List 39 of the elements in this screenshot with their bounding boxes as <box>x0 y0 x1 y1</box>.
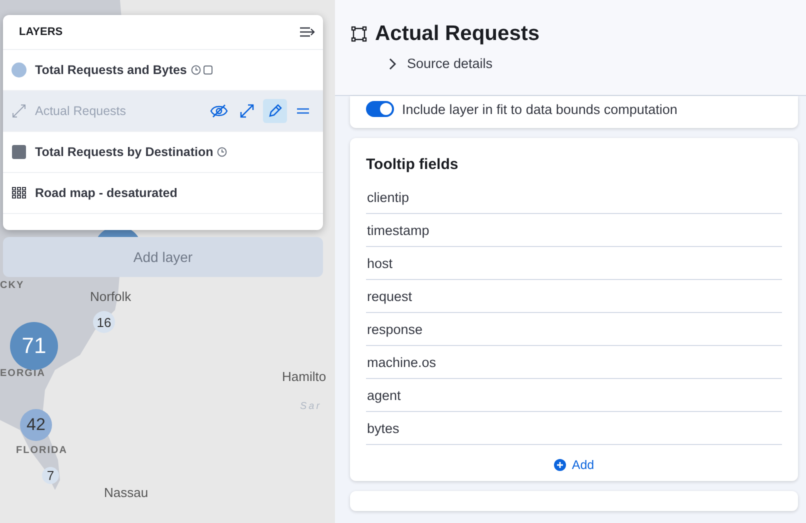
map-label: CKY <box>0 280 24 291</box>
layer-name: Total Requests by Destination <box>35 145 214 159</box>
cluster-marker[interactable]: 7 <box>42 467 59 484</box>
cluster-marker[interactable]: 42 <box>20 409 52 441</box>
map-label: FLORIDA <box>16 445 68 456</box>
layer-row[interactable]: Total Requests by Destination <box>3 132 323 173</box>
tooltip-field: host <box>366 247 782 280</box>
card-title: Tooltip fields <box>366 156 460 173</box>
tooltip-field: machine.os <box>366 346 782 379</box>
layer-name: Total Requests and Bytes <box>35 63 187 77</box>
map-label: Norfolk <box>90 289 132 304</box>
layer-name: Road map - desaturated <box>35 186 178 200</box>
tooltip-field: request <box>366 280 782 313</box>
grid-icon <box>11 185 27 201</box>
line-layer-icon <box>11 103 27 119</box>
bounding-box-icon <box>351 26 367 42</box>
panel-title: LAYERS <box>19 26 63 38</box>
chevron-icon <box>387 58 397 70</box>
cluster-marker[interactable]: 16 <box>93 311 115 333</box>
source-details-toggle[interactable]: Source details <box>387 56 493 71</box>
layer-name: Actual Requests <box>35 104 126 118</box>
collapse-icon[interactable] <box>299 25 315 39</box>
plus-icon <box>554 459 566 471</box>
tooltip-field: clientip <box>366 181 782 214</box>
layer-row[interactable]: Total Requests and Bytes <box>3 50 323 91</box>
pencil-icon[interactable] <box>263 99 287 123</box>
layer-row[interactable]: Road map - desaturated <box>3 173 323 214</box>
tooltip-field: response <box>366 313 782 346</box>
toggle-switch[interactable] <box>366 101 394 117</box>
tooltip-field: agent <box>366 379 782 412</box>
switch-label: Include layer in fit to data bounds computation <box>402 102 678 116</box>
map-label: Nassau <box>104 485 148 500</box>
tooltip-field: timestamp <box>366 214 782 247</box>
layer-title: Actual Requests <box>375 22 540 46</box>
add-field-button[interactable]: Add <box>548 457 600 473</box>
map-label: EORGIA <box>0 368 46 379</box>
map-label: Sar <box>300 401 322 412</box>
tooltip-field: bytes <box>366 412 782 445</box>
map-label: Hamilto <box>282 369 326 384</box>
